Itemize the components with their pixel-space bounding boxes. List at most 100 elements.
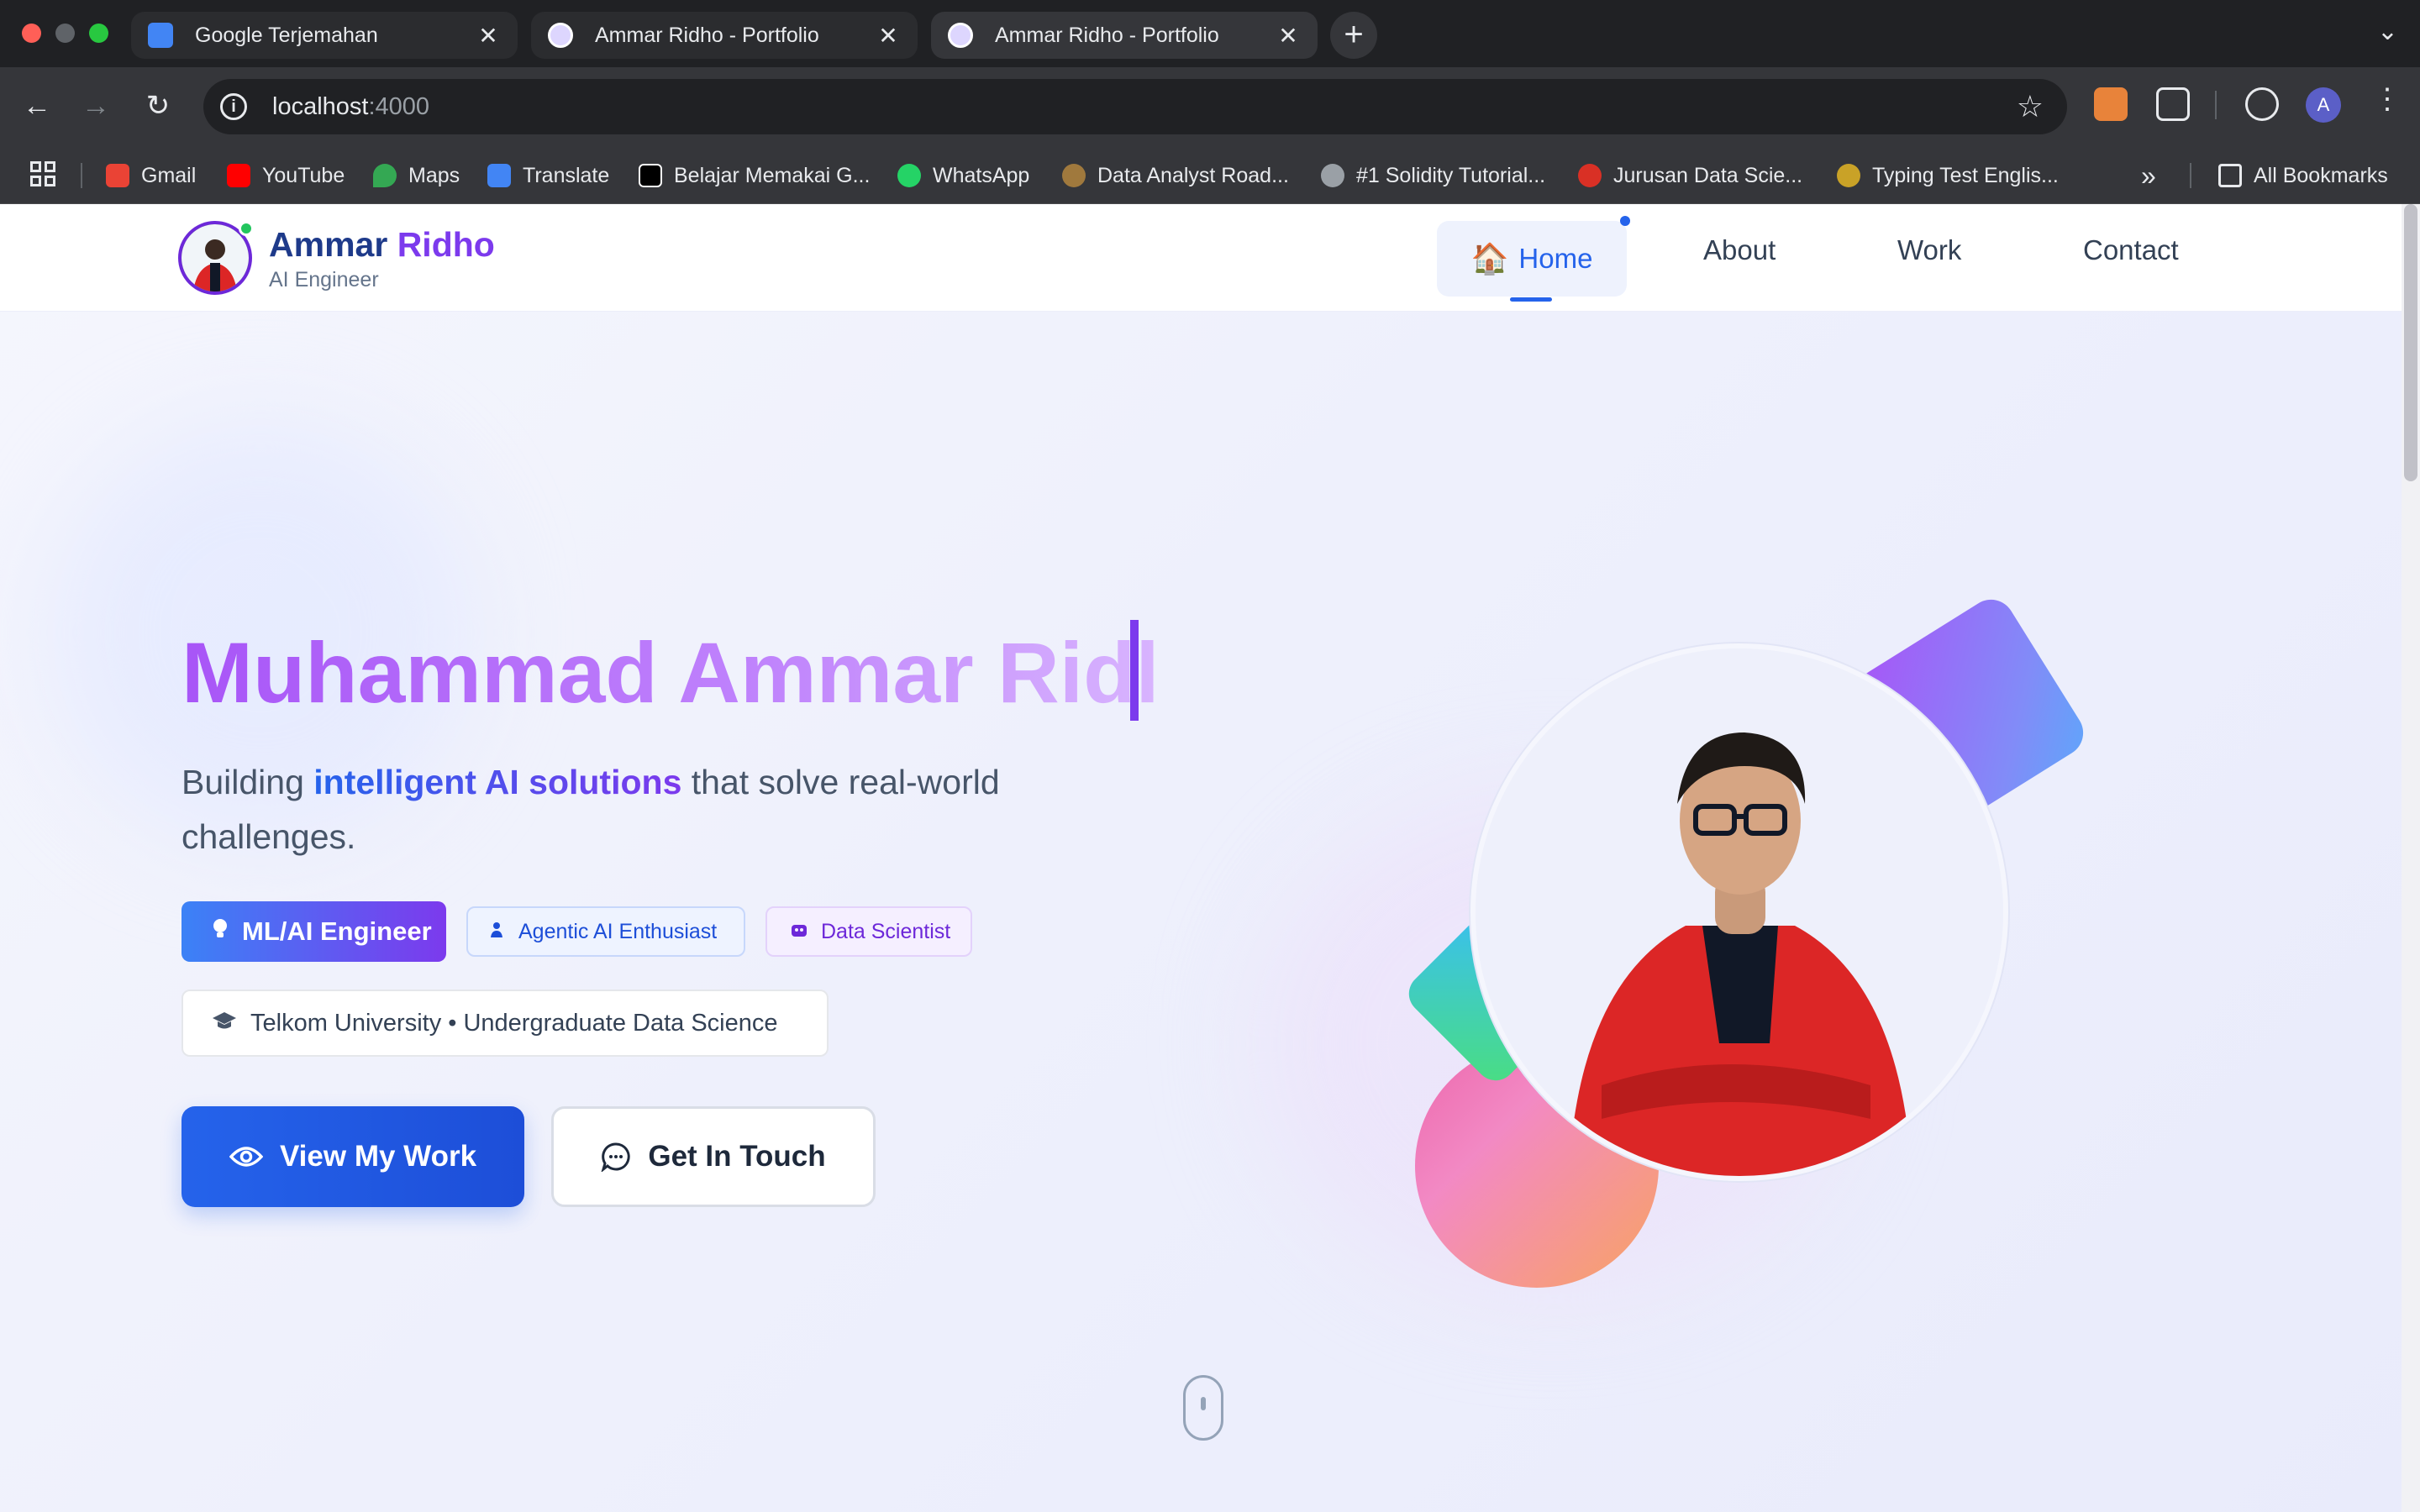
brand-subtitle: AI Engineer: [269, 268, 379, 291]
tab-strip: Google Terjemahan ✕ Ammar Ridho - Portfo…: [0, 0, 2420, 67]
bookmark-icon: [1062, 164, 1086, 187]
eye-icon: [229, 1145, 263, 1168]
bookmark-icon: [1837, 164, 1860, 187]
maps-icon: [373, 164, 397, 187]
tab-title: Google Terjemahan: [195, 23, 378, 47]
close-icon[interactable]: ✕: [476, 22, 501, 50]
chip-label: Data Scientist: [821, 919, 951, 943]
view-my-work-button[interactable]: View My Work: [182, 1106, 524, 1207]
chip-agentic-ai: Agentic AI Enthusiast: [466, 906, 745, 957]
apps-grid-icon[interactable]: [30, 161, 55, 186]
bookmark-typing-test[interactable]: Typing Test Englis...: [1837, 161, 2059, 190]
bookmark-label: Jurusan Data Scie...: [1613, 163, 1803, 187]
all-bookmarks-button[interactable]: All Bookmarks: [2218, 161, 2388, 190]
more-bookmarks-icon[interactable]: »: [2141, 160, 2156, 191]
bookmark-translate[interactable]: Translate: [487, 161, 609, 190]
folder-icon: [2218, 164, 2242, 187]
scrollbar-thumb[interactable]: [2404, 204, 2417, 481]
portfolio-icon: [948, 23, 973, 48]
tab-title: Ammar Ridho - Portfolio: [995, 23, 1219, 47]
bookmark-divider: [81, 163, 82, 188]
nav-home-label: Home: [1518, 243, 1593, 274]
hero-subtitle-highlight: intelligent AI solutions: [313, 763, 682, 801]
brand-name[interactable]: Ammar Ridho: [269, 225, 495, 265]
tab-portfolio-1[interactable]: Ammar Ridho - Portfolio ✕: [531, 12, 918, 59]
bookmark-youtube[interactable]: YouTube: [227, 161, 345, 190]
bookmark-label: Translate: [523, 163, 610, 187]
avatar-illustration: [182, 224, 249, 291]
browser-chrome: Google Terjemahan ✕ Ammar Ridho - Portfo…: [0, 0, 2420, 204]
portfolio-page: Ammar Ridho AI Engineer 🏠 Home About Wor…: [0, 204, 2420, 1512]
scroll-wheel-dot: [1201, 1397, 1206, 1410]
site-info-icon[interactable]: i: [220, 93, 247, 120]
graduation-cap-icon: [212, 1010, 237, 1037]
url-port: :4000: [368, 92, 430, 120]
bookmark-solidity[interactable]: #1 Solidity Tutorial...: [1321, 161, 1545, 190]
typing-caret: [1130, 620, 1139, 721]
profile-photo: [1470, 643, 2008, 1181]
tab-title: Ammar Ridho - Portfolio: [595, 23, 819, 47]
close-window-button[interactable]: [22, 24, 41, 43]
bookmark-label: Belajar Memakai G...: [674, 163, 871, 187]
forward-arrow-icon[interactable]: →: [76, 86, 116, 126]
hero-subtitle-part: Building: [182, 763, 314, 801]
nav-home[interactable]: 🏠 Home: [1437, 221, 1627, 297]
close-icon[interactable]: ✕: [1276, 22, 1301, 50]
back-arrow-icon[interactable]: ←: [17, 86, 57, 126]
tab-portfolio-2[interactable]: Ammar Ridho - Portfolio ✕: [931, 12, 1318, 59]
puzzle-icon[interactable]: [2156, 87, 2190, 121]
online-status-dot: [239, 221, 254, 236]
tab-google-terjemahan[interactable]: Google Terjemahan ✕: [131, 12, 518, 59]
more-menu-icon[interactable]: ⋮: [2373, 82, 2402, 116]
bookmark-label: YouTube: [262, 163, 345, 187]
bookmark-label: Data Analyst Road...: [1097, 163, 1289, 187]
get-in-touch-button[interactable]: Get In Touch: [551, 1106, 876, 1207]
maximize-window-button[interactable]: [89, 24, 108, 43]
translate-icon: [487, 164, 511, 187]
close-icon[interactable]: ✕: [876, 22, 901, 50]
brand-first: Ammar: [269, 225, 388, 264]
profile-person-illustration: [1476, 648, 2003, 1176]
performance-icon[interactable]: [2245, 87, 2279, 121]
extension-icon[interactable]: [2094, 87, 2128, 121]
chat-bubble-icon: [601, 1142, 631, 1172]
bookmark-label: All Bookmarks: [2254, 163, 2388, 187]
nav-about[interactable]: About: [1703, 234, 1776, 266]
chip-label: ML/AI Engineer: [242, 916, 432, 946]
page-scrollbar[interactable]: [2402, 204, 2420, 1512]
button-label: View My Work: [279, 1140, 477, 1173]
house-icon: 🏠: [1470, 241, 1509, 276]
bookmark-gmail[interactable]: Gmail: [106, 161, 196, 190]
nav-work[interactable]: Work: [1897, 234, 1961, 266]
medium-icon: [639, 164, 662, 187]
chip-label: Agentic AI Enthusiast: [518, 919, 718, 943]
hero-subtitle: Building intelligent AI solutions that s…: [182, 755, 1106, 864]
new-tab-button[interactable]: +: [1330, 12, 1377, 59]
bookmark-maps[interactable]: Maps: [373, 161, 460, 190]
bookmark-icon: [1321, 164, 1344, 187]
chip-ml-ai-engineer: ML/AI Engineer: [182, 901, 446, 962]
button-label: Get In Touch: [648, 1140, 826, 1173]
portfolio-icon: [548, 23, 573, 48]
database-icon: [791, 920, 808, 944]
bookmark-label: WhatsApp: [933, 163, 1030, 187]
bookmark-jurusan[interactable]: Jurusan Data Scie...: [1578, 161, 1802, 190]
lightbulb-icon: [212, 916, 229, 947]
site-navbar: Ammar Ridho AI Engineer 🏠 Home About Wor…: [0, 204, 2402, 312]
chevron-down-icon[interactable]: ⌄: [2377, 17, 2398, 46]
bookmark-whatsapp[interactable]: WhatsApp: [897, 161, 1029, 190]
minimize-window-button[interactable]: [55, 24, 75, 43]
bookmark-data-analyst[interactable]: Data Analyst Road...: [1062, 161, 1289, 190]
bookmark-divider: [2190, 163, 2191, 188]
nav-contact[interactable]: Contact: [2083, 234, 2179, 266]
whatsapp-icon: [897, 164, 921, 187]
star-icon[interactable]: ☆: [2017, 89, 2044, 124]
bookmark-belajar[interactable]: Belajar Memakai G...: [639, 161, 870, 190]
profile-avatar[interactable]: A: [2306, 87, 2341, 123]
address-bar[interactable]: i localhost:4000 ☆: [203, 79, 2067, 134]
user-robot-icon: [490, 920, 505, 944]
reload-icon[interactable]: ↻: [138, 86, 178, 126]
bookmark-label: #1 Solidity Tutorial...: [1356, 163, 1546, 187]
chip-data-scientist: Data Scientist: [765, 906, 972, 957]
brand-second: Ridho: [397, 225, 495, 264]
